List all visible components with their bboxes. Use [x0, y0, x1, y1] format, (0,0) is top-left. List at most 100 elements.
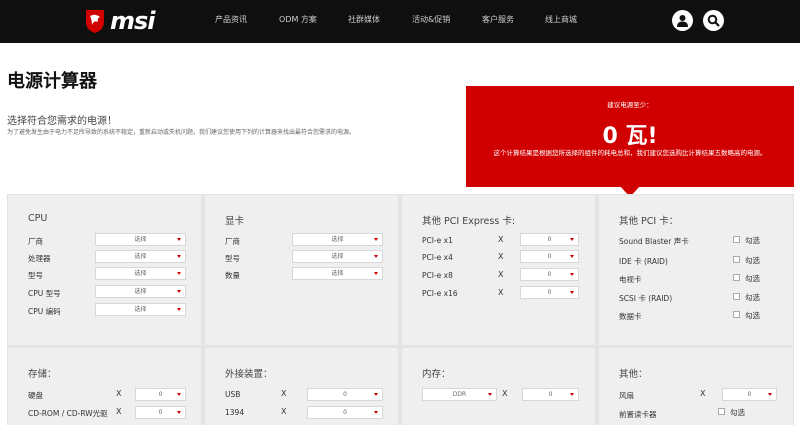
caret-down-icon — [374, 238, 378, 241]
cpu-vendor-select[interactable]: 选择 — [95, 233, 186, 246]
pcie-x8-select[interactable]: 0 — [520, 268, 579, 281]
memory-count-select[interactable]: 0 — [522, 388, 579, 401]
storage-panel: 存储： 硬盘 X 0 CD-ROM / CD-RW光驱 X 0 — [8, 348, 201, 425]
select-value: 0 — [747, 391, 752, 398]
pci-scsi-checkbox[interactable] — [733, 293, 740, 300]
msi-logo[interactable]: msi — [84, 5, 156, 37]
pcie-x1-select[interactable]: 0 — [520, 233, 579, 246]
cpu-model-select[interactable]: 选择 — [95, 267, 186, 280]
caret-down-icon — [570, 393, 574, 396]
pci-sound-card-checkbox[interactable] — [733, 236, 740, 243]
select-value: DDR — [452, 391, 467, 398]
multiply-sign: X — [281, 407, 287, 416]
multiply-sign: X — [498, 235, 504, 244]
select-value: 0 — [547, 253, 552, 260]
external-usb-select[interactable]: 0 — [307, 388, 383, 401]
check-label: 勾选 — [745, 274, 760, 283]
nav-item-promotions[interactable]: 活动&促销 — [412, 14, 450, 25]
pci-tv-card-checkbox[interactable] — [733, 274, 740, 281]
external-panel: 外接装置： USB X 0 1394 X 0 — [205, 348, 398, 425]
caret-down-icon — [177, 290, 181, 293]
multiply-sign: X — [700, 389, 706, 398]
external-1394-select[interactable]: 0 — [307, 406, 383, 419]
select-value: 选择 — [134, 270, 147, 277]
pci-data-card-checkbox[interactable] — [733, 311, 740, 318]
pcie-panel-title: 其他 PCI Express 卡: — [422, 216, 516, 227]
pcie-x4-label: PCI-e x4 — [422, 253, 453, 262]
pcie-panel: 其他 PCI Express 卡: PCI-e x1 X 0 PCI-e x4 … — [402, 195, 595, 345]
caret-down-icon — [488, 393, 492, 396]
cpu-model-label: 型号 — [28, 271, 43, 280]
select-value: 0 — [343, 391, 347, 398]
cpu-processor-label: 处理器 — [28, 254, 51, 263]
other-panel: 其他： 风扇 X 0 前置读卡器 勾选 — [599, 348, 793, 425]
pci-panel-title: 其他 PCI 卡： — [619, 216, 679, 227]
multiply-sign: X — [116, 407, 122, 416]
fan-label: 风扇 — [619, 391, 634, 400]
card-reader-label: 前置读卡器 — [619, 410, 657, 419]
select-value: 0 — [343, 409, 347, 416]
user-icon — [677, 15, 688, 27]
cpu-type-select[interactable]: 选择 — [95, 285, 186, 298]
multiply-sign: X — [498, 252, 504, 261]
pci-tv-card-label: 电视卡 — [619, 275, 642, 284]
cpu-code-label: CPU 编码 — [28, 307, 61, 316]
memory-panel: 内存： DDR X 0 — [402, 348, 595, 425]
gpu-count-select[interactable]: 选择 — [292, 267, 383, 280]
gpu-count-label: 数量 — [225, 271, 240, 280]
select-value: 选择 — [134, 288, 147, 295]
nav-item-odm[interactable]: ODM 方案 — [279, 14, 317, 25]
card-reader-checkbox[interactable] — [718, 408, 725, 415]
check-label: 勾选 — [745, 256, 760, 265]
gpu-vendor-select[interactable]: 选择 — [292, 233, 383, 246]
nav-item-support[interactable]: 客户服务 — [482, 14, 514, 25]
gpu-vendor-label: 厂商 — [225, 237, 240, 246]
nav-item-store[interactable]: 线上商城 — [545, 14, 577, 25]
multiply-sign: X — [281, 389, 287, 398]
caret-down-icon — [374, 272, 378, 275]
nav-item-products[interactable]: 产品资讯 — [215, 14, 247, 25]
caret-down-icon — [177, 255, 181, 258]
caret-down-icon — [177, 393, 181, 396]
cpu-processor-select[interactable]: 选择 — [95, 250, 186, 263]
select-value: 0 — [158, 409, 163, 416]
external-usb-label: USB — [225, 390, 241, 399]
cpu-panel-title: CPU — [28, 213, 48, 224]
multiply-sign: X — [498, 270, 504, 279]
cpu-type-label: CPU 型号 — [28, 289, 61, 298]
pcie-x4-select[interactable]: 0 — [520, 250, 579, 263]
nav-item-social[interactable]: 社群媒体 — [348, 14, 380, 25]
recommendation-note: 这个计算结果是根据您所选择的组件的耗电总和，我们建议您选购比计算结果五数略高的电… — [493, 149, 767, 157]
cpu-code-select[interactable]: 选择 — [95, 303, 186, 316]
check-label: 勾选 — [745, 293, 760, 302]
caret-down-icon — [177, 308, 181, 311]
select-value: 选择 — [134, 253, 147, 260]
gpu-model-label: 型号 — [225, 254, 240, 263]
fan-select[interactable]: 0 — [722, 388, 777, 401]
memory-panel-title: 内存： — [422, 369, 451, 380]
select-value: 0 — [547, 271, 552, 278]
cpu-panel: CPU 厂商 选择 处理器 选择 型号 选择 CPU 型号 选择 CPU 编码 … — [8, 195, 201, 345]
caret-down-icon — [768, 393, 772, 396]
pcie-x16-select[interactable]: 0 — [520, 286, 579, 299]
select-value: 0 — [547, 289, 552, 296]
account-button[interactable] — [672, 10, 693, 31]
select-value: 0 — [548, 391, 553, 398]
caret-down-icon — [374, 255, 378, 258]
caret-down-icon — [177, 411, 181, 414]
search-button[interactable] — [703, 10, 724, 31]
caret-down-icon — [570, 291, 574, 294]
search-icon — [707, 14, 720, 27]
multiply-sign: X — [116, 389, 122, 398]
select-value: 选择 — [331, 236, 344, 243]
pci-panel: 其他 PCI 卡： Sound Blaster 声卡 勾选 IDE 卡 (RAI… — [599, 195, 793, 345]
storage-optical-select[interactable]: 0 — [135, 406, 186, 419]
gpu-model-select[interactable]: 选择 — [292, 250, 383, 263]
pci-ide-checkbox[interactable] — [733, 256, 740, 263]
check-label: 勾选 — [745, 311, 760, 320]
gpu-panel-title: 显卡 — [225, 216, 245, 227]
select-value: 选择 — [331, 270, 344, 277]
memory-type-select[interactable]: DDR — [422, 388, 497, 401]
storage-hdd-select[interactable]: 0 — [135, 388, 186, 401]
intro-heading: 选择符合您需求的电源！ — [7, 116, 117, 127]
